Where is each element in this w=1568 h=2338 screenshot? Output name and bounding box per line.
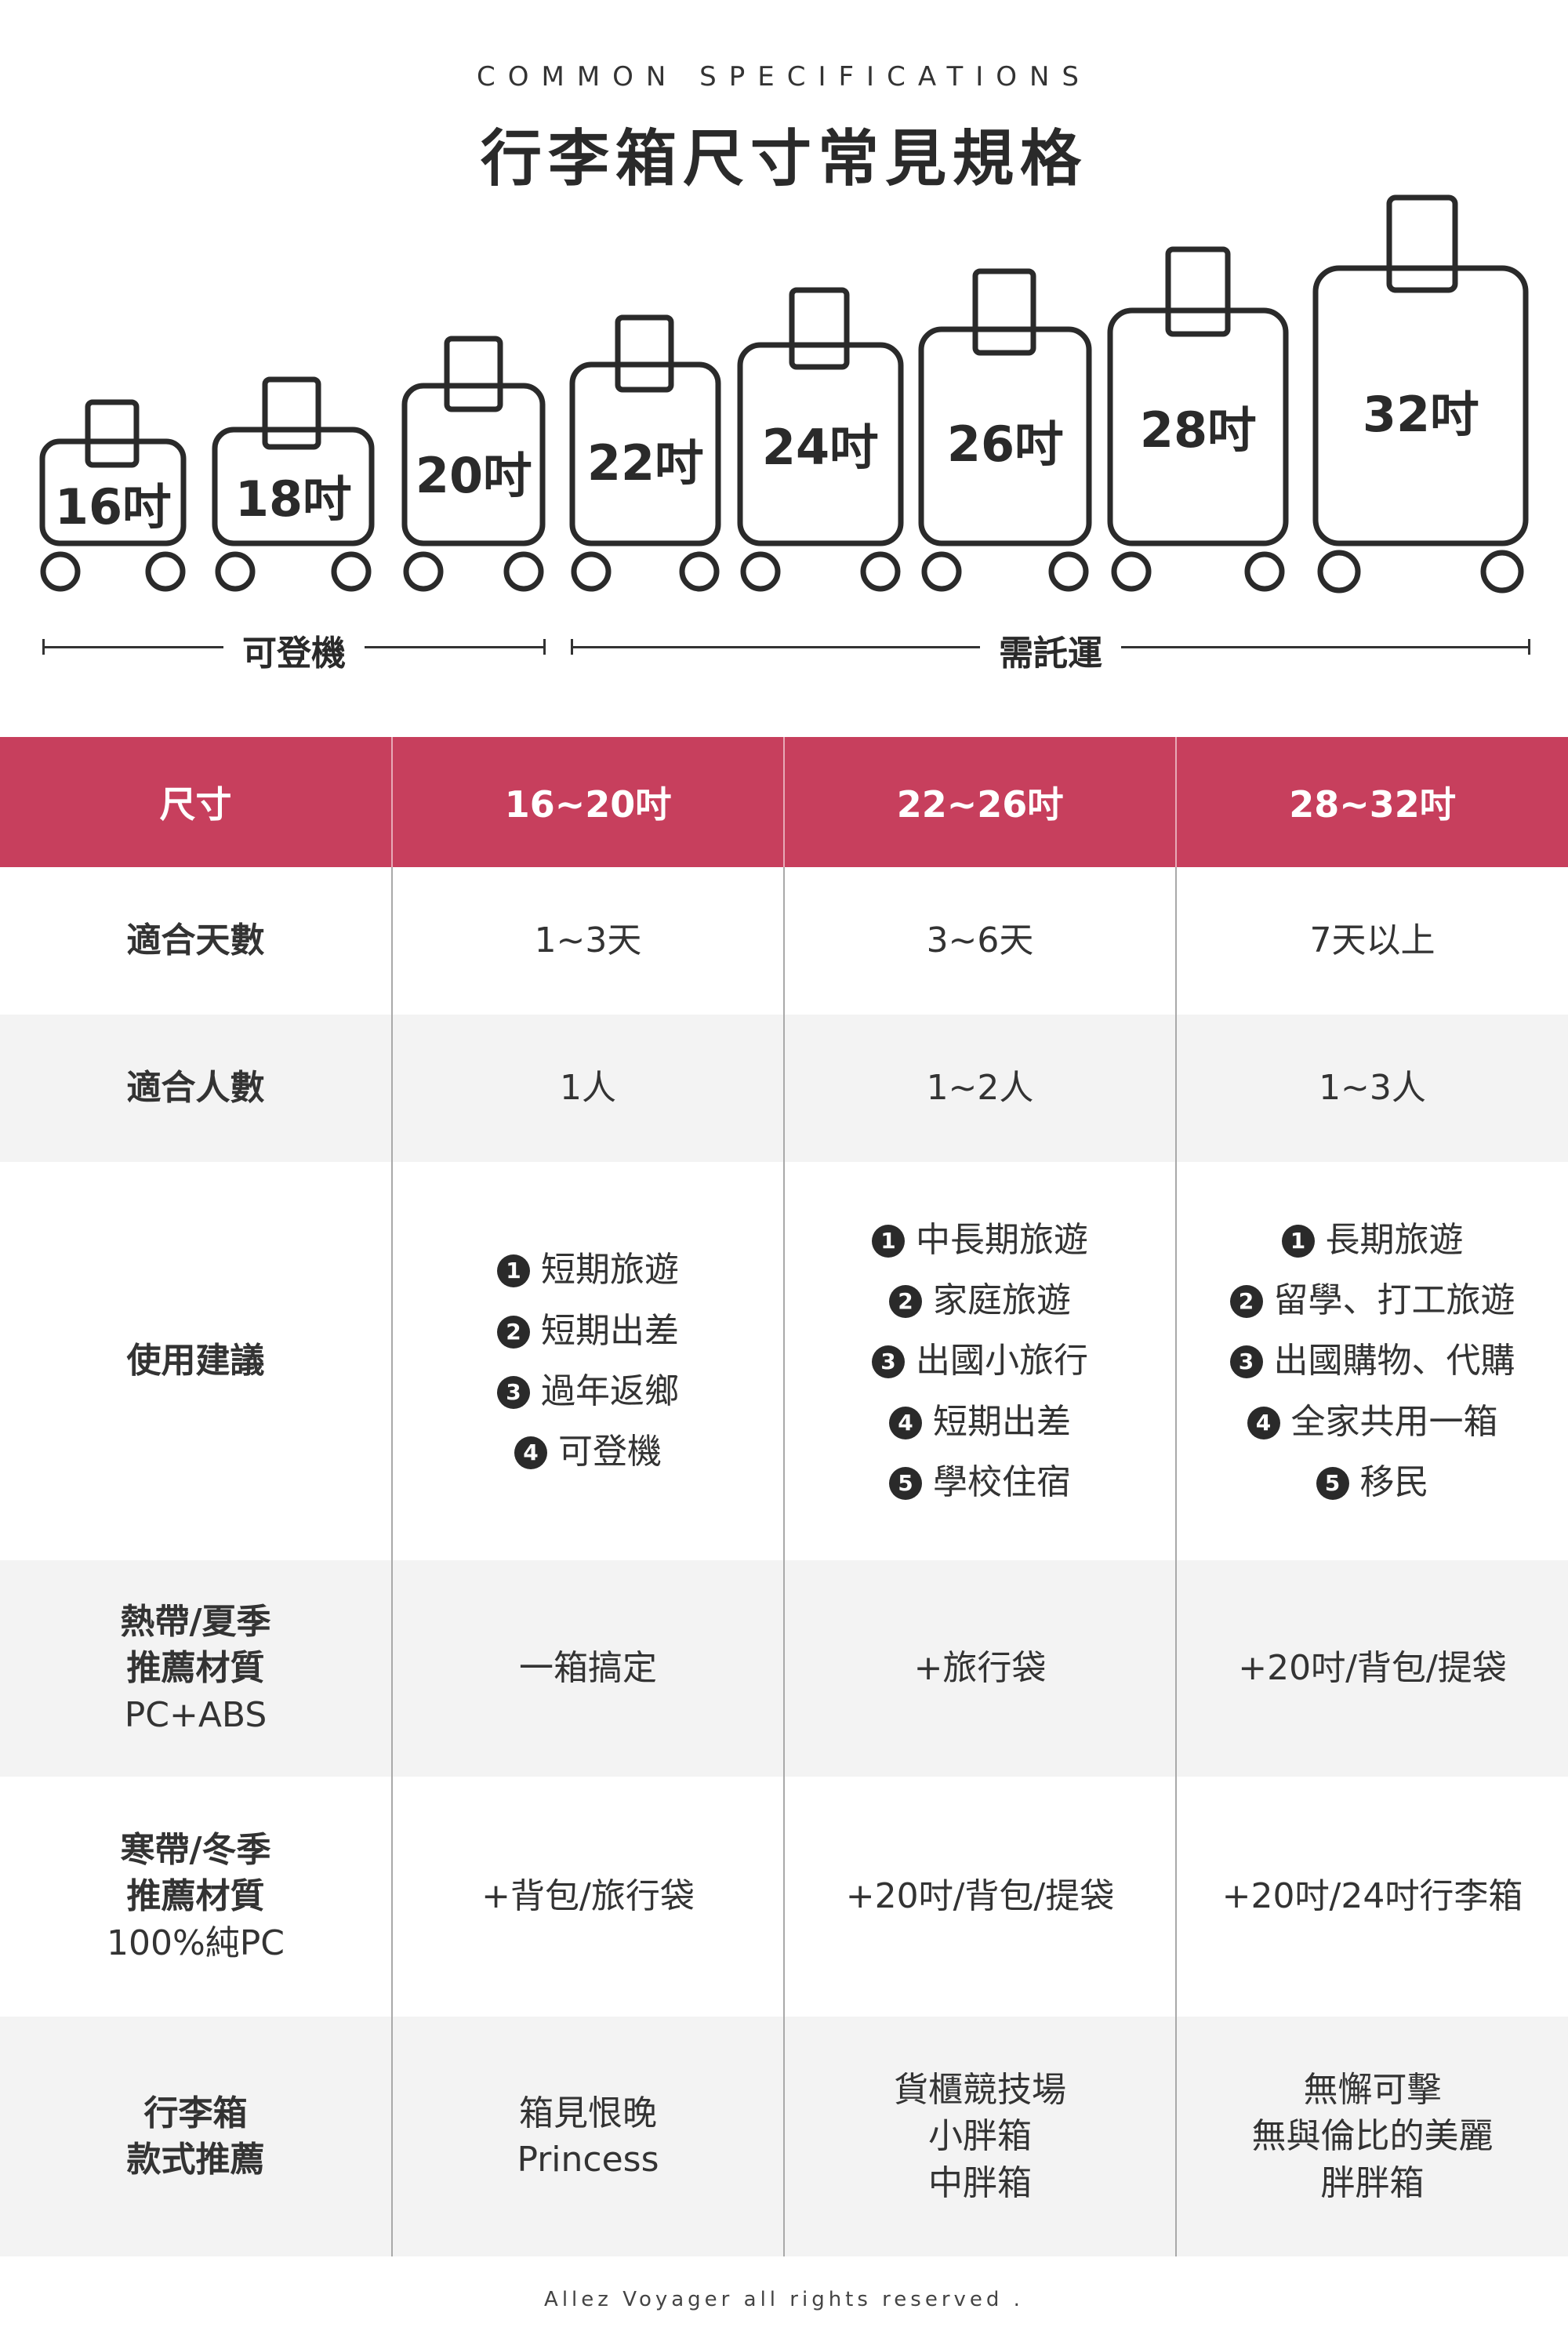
usage-item: 短期出差 (541, 1310, 679, 1351)
label-24: 24吋 (762, 419, 878, 476)
usage-22-26: 1 中長期旅遊 2 家庭旅遊 3 出國小旅行 4 短期出差 5 學校住宿 (783, 1162, 1176, 1560)
usage-item: 過年返鄉 (541, 1371, 679, 1411)
usage-28-32: 1 長期旅遊 2 留學、打工旅遊 3 出國購物、代購 4 全家共用一箱 5 移民 (1175, 1162, 1568, 1560)
usage-item: 家庭旅遊 (933, 1280, 1071, 1320)
usage-item: 出國購物、代購 (1273, 1341, 1515, 1381)
cold-28-32: +20吋/24吋行李箱 (1175, 1777, 1568, 2017)
usage-item: 全家共用一箱 (1290, 1401, 1498, 1442)
header-16-20: 16~20吋 (391, 737, 784, 867)
days-28-32: 7天以上 (1175, 867, 1568, 1015)
tropical-28-32: +20吋/背包/提袋 (1175, 1560, 1568, 1777)
row-head-tropical: 熱帶/夏季 推薦材質 PC+ABS (0, 1560, 392, 1777)
header-size: 尺寸 (0, 737, 392, 867)
tropical-22-26: +旅行袋 (783, 1560, 1176, 1777)
table-header-row: 尺寸 16~20吋 22~26吋 28~32吋 (0, 737, 1568, 867)
header-22-26: 22~26吋 (783, 737, 1176, 867)
row-head-cold: 寒帶/冬季 推薦材質 100%純PC (106, 1829, 285, 1963)
row-style: 行李箱 款式推薦 箱見恨晚 Princess 貨櫃競技場 小胖箱 中胖箱 無懈可… (0, 2017, 1568, 2256)
usage-item: 短期出差 (933, 1401, 1071, 1442)
style-28-32: 無懈可擊 無與倫比的美麗 胖胖箱 (1175, 2017, 1568, 2256)
cold-22-26: +20吋/背包/提袋 (783, 1777, 1176, 2017)
people-28-32: 1~3人 (1175, 1015, 1568, 1162)
style-22-26: 貨櫃競技場 小胖箱 中胖箱 (783, 2017, 1176, 2256)
spec-table: 尺寸 16~20吋 22~26吋 28~32吋 適合天數 1~3天 3~6天 7… (0, 737, 1568, 2256)
header-28-32: 28~32吋 (1175, 737, 1568, 867)
row-tropical: 熱帶/夏季 推薦材質 PC+ABS 一箱搞定 +旅行袋 +20吋/背包/提袋 (0, 1560, 1568, 1777)
label-32: 32吋 (1363, 386, 1479, 443)
row-people: 適合人數 1人 1~2人 1~3人 (0, 1015, 1568, 1162)
carry-on-label: 可登機 (223, 625, 365, 675)
label-26: 26吋 (947, 416, 1063, 473)
carry-on-bracket: 可登機 (42, 625, 546, 675)
usage-item: 移民 (1359, 1462, 1429, 1503)
usage-item: 短期旅遊 (541, 1250, 679, 1291)
label-20: 20吋 (416, 447, 532, 504)
label-28: 28吋 (1140, 401, 1256, 459)
days-16-20: 1~3天 (391, 867, 784, 1015)
usage-item: 長期旅遊 (1325, 1219, 1464, 1260)
usage-16-20: 1 短期旅遊 2 短期出差 3 過年返鄉 4 可登機 (391, 1162, 784, 1560)
row-usage: 使用建議 1 短期旅遊 2 短期出差 3 過年返鄉 4 可登機 1 中長期旅遊 2 家庭旅遊… (0, 1162, 1568, 1560)
eyebrow-text: COMMON SPECIFICATIONS (476, 61, 1092, 93)
usage-item: 出國小旅行 (916, 1341, 1088, 1381)
usage-item: 學校住宿 (933, 1462, 1071, 1503)
row-head-people: 適合人數 (0, 1015, 392, 1162)
row-head-style: 行李箱 款式推薦 (0, 2017, 392, 2256)
checked-bracket: 需託運 (571, 625, 1530, 675)
tropical-16-20: 一箱搞定 (391, 1560, 784, 1777)
people-16-20: 1人 (391, 1015, 784, 1162)
row-days: 適合天數 1~3天 3~6天 7天以上 (0, 867, 1568, 1015)
style-16-20: 箱見恨晚 Princess (391, 2017, 784, 2256)
people-22-26: 1~2人 (783, 1015, 1176, 1162)
usage-item: 中長期旅遊 (916, 1219, 1088, 1260)
label-18: 18吋 (235, 470, 351, 528)
usage-item: 留學、打工旅遊 (1273, 1280, 1515, 1320)
row-cold: 寒帶/冬季 推薦材質 100%純PC +背包/旅行袋 +20吋/背包/提袋 +2… (0, 1777, 1568, 2017)
suitcase-size-illustration: 16吋 18吋 20吋 22吋 24吋 26吋 28吋 32吋 (0, 180, 1568, 619)
row-head-usage: 使用建議 (126, 1341, 265, 1381)
days-22-26: 3~6天 (783, 867, 1176, 1015)
usage-item: 可登機 (558, 1432, 662, 1472)
label-22: 22吋 (587, 434, 703, 492)
checked-label: 需託運 (980, 625, 1121, 675)
copyright-footer: Allez Voyager all rights reserved . (544, 2288, 1024, 2311)
label-16: 16吋 (55, 478, 171, 535)
suitcase-row: 16吋 18吋 20吋 22吋 24吋 26吋 28吋 32吋 (39, 194, 1529, 594)
row-head-days: 適合天數 (126, 920, 265, 961)
cold-16-20: +背包/旅行袋 (391, 1777, 784, 2017)
